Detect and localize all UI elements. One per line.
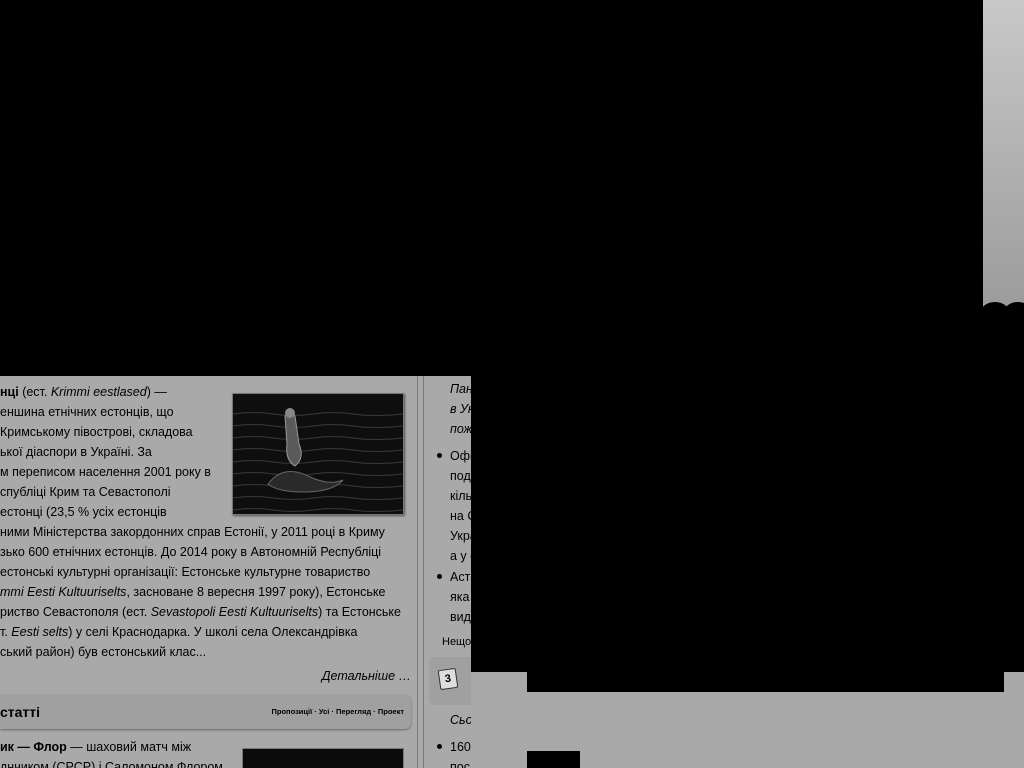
article-line: зько 600 етнічних естонців. До 2014 року…	[0, 545, 382, 559]
page-fragment	[527, 692, 1004, 768]
article-text-fragment: , засноване 8 вересня 1997 року), Естонс…	[126, 585, 386, 599]
link-review[interactable]: Перегляд	[336, 707, 371, 716]
bullet	[437, 744, 442, 749]
today-label: Сьо	[450, 713, 471, 727]
bullet-line: а у с	[450, 549, 471, 563]
article-text-fragment: mmi Eesti Kultuuriselts	[0, 585, 127, 599]
section-links: Пропозиції · Усі · Перегляд · Проект	[271, 707, 405, 716]
bullet-line: на С	[450, 509, 471, 523]
bullet-line: пос	[450, 760, 470, 768]
dark-overlay-corner	[983, 312, 1024, 376]
chess-article-line: ик — Флор — шаховий матч між	[0, 740, 192, 754]
bullet-line: вид	[450, 610, 471, 624]
right-line: в Ук	[450, 402, 471, 416]
calendar-icon: 3	[437, 667, 459, 691]
featured-image[interactable]	[232, 393, 404, 515]
bullet-line: Офі	[450, 449, 471, 463]
article-line: риство Севастополя (ест. Sevastopoli Ees…	[0, 602, 401, 622]
wiki-main-page: нці (ест. Krimmi eestlased) — еншина етні…	[0, 376, 471, 768]
featured-article: нці (ест. Krimmi eestlased) — еншина етні…	[0, 376, 417, 768]
mermaid-statue-image	[233, 394, 403, 514]
article-line: нці (ест. Krimmi eestlased) —	[0, 382, 167, 402]
chess-title[interactable]: ик — Флор	[0, 740, 67, 754]
link-all[interactable]: Усі	[319, 707, 329, 716]
bullet-line: кіль	[450, 489, 471, 503]
page-fragment	[1004, 672, 1024, 768]
right-line: Пан	[450, 382, 471, 396]
bullet	[437, 453, 442, 458]
article-line: ними Міністерства закордонних справ Есто…	[0, 525, 385, 539]
dark-overlay-right	[471, 376, 1024, 672]
article-text-fragment: Eesti selts	[11, 625, 69, 639]
link-proposals[interactable]: Пропозиції	[272, 707, 313, 716]
article-text-fragment: ) та Естонське	[318, 605, 401, 619]
link-project[interactable]: Проект	[378, 707, 404, 716]
column-divider	[417, 376, 418, 768]
article-text-fragment: нці	[0, 385, 19, 399]
dark-overlay-bar	[527, 672, 1004, 692]
right-line: пож	[450, 422, 471, 436]
article-text-fragment: Sevastopoli Eesti Kultuuriselts	[150, 605, 319, 619]
dark-overlay-small	[527, 751, 580, 768]
section-title: статті	[0, 704, 41, 720]
article-line: естонські культурні організації: Естонсь…	[0, 565, 371, 579]
article-line: mmi Eesti Kultuuriselts, засноване 8 вер…	[0, 582, 386, 602]
article-line: естонці (23,5 % усіх естонців	[0, 505, 167, 519]
article-line: Кримському півострові, складова	[0, 425, 193, 439]
page-fragment	[471, 672, 527, 768]
bullet	[437, 574, 442, 579]
article-text-fragment: риство Севастополя (ест.	[0, 605, 151, 619]
article-line: т. Eesti selts) у селі Краснодарка. У шк…	[0, 622, 358, 642]
article-text-fragment: ) у селі Краснодарка. У школі села Олекс…	[68, 625, 358, 639]
chess-article-line: днчиком (СРСР) і Саломоном Флором	[0, 760, 223, 768]
calendar-header: 3	[429, 657, 471, 705]
bullet-line: под	[450, 469, 471, 483]
article-line: спубліці Крим та Севастополі	[0, 485, 171, 499]
article-line: еншина етнічних естонців, що	[0, 405, 174, 419]
article-text-fragment: (ест.	[18, 385, 51, 399]
sidebar-edge	[983, 0, 1024, 318]
bullet-line: яка	[450, 590, 470, 604]
bullet-line: Астр	[450, 570, 471, 584]
right-footer: Нещо	[442, 636, 471, 648]
article-text-fragment: т.	[0, 625, 12, 639]
article-text-fragment: Krimmi eestlased	[50, 385, 147, 399]
article-line: ський район) був естонський клас...	[0, 645, 207, 659]
read-more-link[interactable]: Детальніше …	[322, 669, 411, 683]
article-line: ької діаспори в Україні. За	[0, 445, 152, 459]
right-column: Пан в Ук пож Офі под кіль на С Укра а у с Аст…	[424, 376, 471, 768]
bullet-line: 160	[450, 740, 471, 754]
chess-image[interactable]	[242, 748, 404, 768]
featured-articles-header: статті Пропозиції · Усі · Перегляд · Про…	[0, 695, 411, 729]
article-text-fragment: ) —	[146, 385, 167, 399]
bullet-line: Укра	[450, 529, 471, 543]
article-line: м переписом населення 2001 року в	[0, 465, 211, 479]
dark-overlay-top	[0, 0, 983, 376]
